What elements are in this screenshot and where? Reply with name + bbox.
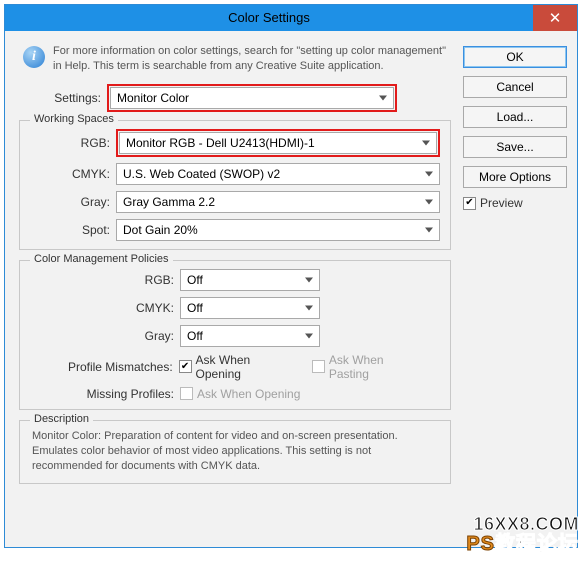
mismatch-paste-checkbox[interactable]	[312, 360, 325, 373]
settings-label: Settings:	[19, 91, 107, 105]
ok-label: OK	[506, 50, 523, 64]
ws-rgb-label: RGB:	[30, 136, 116, 150]
description-group: Description Monitor Color: Preparation o…	[19, 420, 451, 484]
settings-value: Monitor Color	[117, 91, 189, 105]
missing-open-label: Ask When Opening	[197, 387, 300, 401]
mismatch-open-checkbox[interactable]	[179, 360, 192, 373]
working-spaces-legend: Working Spaces	[30, 113, 118, 125]
ws-spot-row: Spot: Dot Gain 20%	[30, 219, 440, 241]
ws-cmyk-value: U.S. Web Coated (SWOP) v2	[123, 167, 280, 181]
pol-gray-row: Gray: Off	[30, 325, 440, 347]
preview-label: Preview	[480, 196, 523, 210]
pol-gray-value: Off	[187, 329, 203, 343]
save-label: Save...	[496, 140, 533, 154]
pol-cmyk-row: CMYK: Off	[30, 297, 440, 319]
preview-row: Preview	[463, 196, 567, 210]
ws-gray-row: Gray: Gray Gamma 2.2	[30, 191, 440, 213]
pol-rgb-value: Off	[187, 273, 203, 287]
ws-rgb-highlight: Monitor RGB - Dell U2413(HDMI)-1	[116, 129, 440, 157]
pol-gray-select[interactable]: Off	[180, 325, 320, 347]
cancel-button[interactable]: Cancel	[463, 76, 567, 98]
right-pane: OK Cancel Load... Save... More Options P…	[463, 46, 567, 210]
more-options-button[interactable]: More Options	[463, 166, 567, 188]
cancel-label: Cancel	[496, 80, 533, 94]
more-label: More Options	[479, 170, 551, 184]
description-legend: Description	[30, 413, 93, 425]
settings-row: Settings: Monitor Color	[19, 84, 451, 112]
ws-rgb-row: RGB: Monitor RGB - Dell U2413(HDMI)-1	[30, 129, 440, 157]
pol-cmyk-value: Off	[187, 301, 203, 315]
ws-cmyk-select[interactable]: U.S. Web Coated (SWOP) v2	[116, 163, 440, 185]
load-label: Load...	[497, 110, 534, 124]
missing-open-checkbox[interactable]	[180, 387, 193, 400]
missing-label: Missing Profiles:	[30, 387, 180, 401]
pol-rgb-select[interactable]: Off	[180, 269, 320, 291]
pol-gray-label: Gray:	[30, 329, 180, 343]
ws-cmyk-row: CMYK: U.S. Web Coated (SWOP) v2	[30, 163, 440, 185]
settings-highlight: Monitor Color	[107, 84, 397, 112]
ws-rgb-value: Monitor RGB - Dell U2413(HDMI)-1	[126, 136, 315, 150]
description-text: Monitor Color: Preparation of content fo…	[30, 429, 440, 475]
ok-button[interactable]: OK	[463, 46, 567, 68]
ws-spot-select[interactable]: Dot Gain 20%	[116, 219, 440, 241]
ws-spot-value: Dot Gain 20%	[123, 223, 198, 237]
info-row: i For more information on color settings…	[19, 44, 451, 74]
save-button[interactable]: Save...	[463, 136, 567, 158]
policies-group: Color Management Policies RGB: Off CMYK:…	[19, 260, 451, 410]
info-text: For more information on color settings, …	[53, 44, 451, 74]
load-button[interactable]: Load...	[463, 106, 567, 128]
window-title: Color Settings	[5, 5, 533, 31]
ws-gray-value: Gray Gamma 2.2	[123, 195, 215, 209]
policies-legend: Color Management Policies	[30, 253, 173, 265]
left-pane: i For more information on color settings…	[19, 44, 451, 494]
ws-gray-select[interactable]: Gray Gamma 2.2	[116, 191, 440, 213]
mismatch-paste-label: Ask When Pasting	[329, 353, 426, 381]
preview-checkbox[interactable]	[463, 197, 476, 210]
working-spaces-group: Working Spaces RGB: Monitor RGB - Dell U…	[19, 120, 451, 250]
ws-rgb-select[interactable]: Monitor RGB - Dell U2413(HDMI)-1	[119, 132, 437, 154]
info-icon: i	[23, 46, 45, 68]
mismatch-open-label: Ask When Opening	[196, 353, 298, 381]
titlebar: Color Settings ✕	[5, 5, 577, 31]
pol-rgb-label: RGB:	[30, 273, 180, 287]
pol-cmyk-select[interactable]: Off	[180, 297, 320, 319]
close-button[interactable]: ✕	[533, 5, 577, 31]
mismatch-label: Profile Mismatches:	[30, 360, 179, 374]
missing-row: Missing Profiles: Ask When Opening	[30, 387, 440, 401]
ws-cmyk-label: CMYK:	[30, 167, 116, 181]
pol-cmyk-label: CMYK:	[30, 301, 180, 315]
ws-gray-label: Gray:	[30, 195, 116, 209]
dialog-body: i For more information on color settings…	[5, 31, 577, 547]
close-icon: ✕	[549, 9, 562, 27]
settings-select[interactable]: Monitor Color	[110, 87, 394, 109]
pol-rgb-row: RGB: Off	[30, 269, 440, 291]
mismatch-row: Profile Mismatches: Ask When Opening Ask…	[30, 353, 440, 381]
ws-spot-label: Spot:	[30, 223, 116, 237]
dialog-window: Color Settings ✕ i For more information …	[4, 4, 578, 548]
